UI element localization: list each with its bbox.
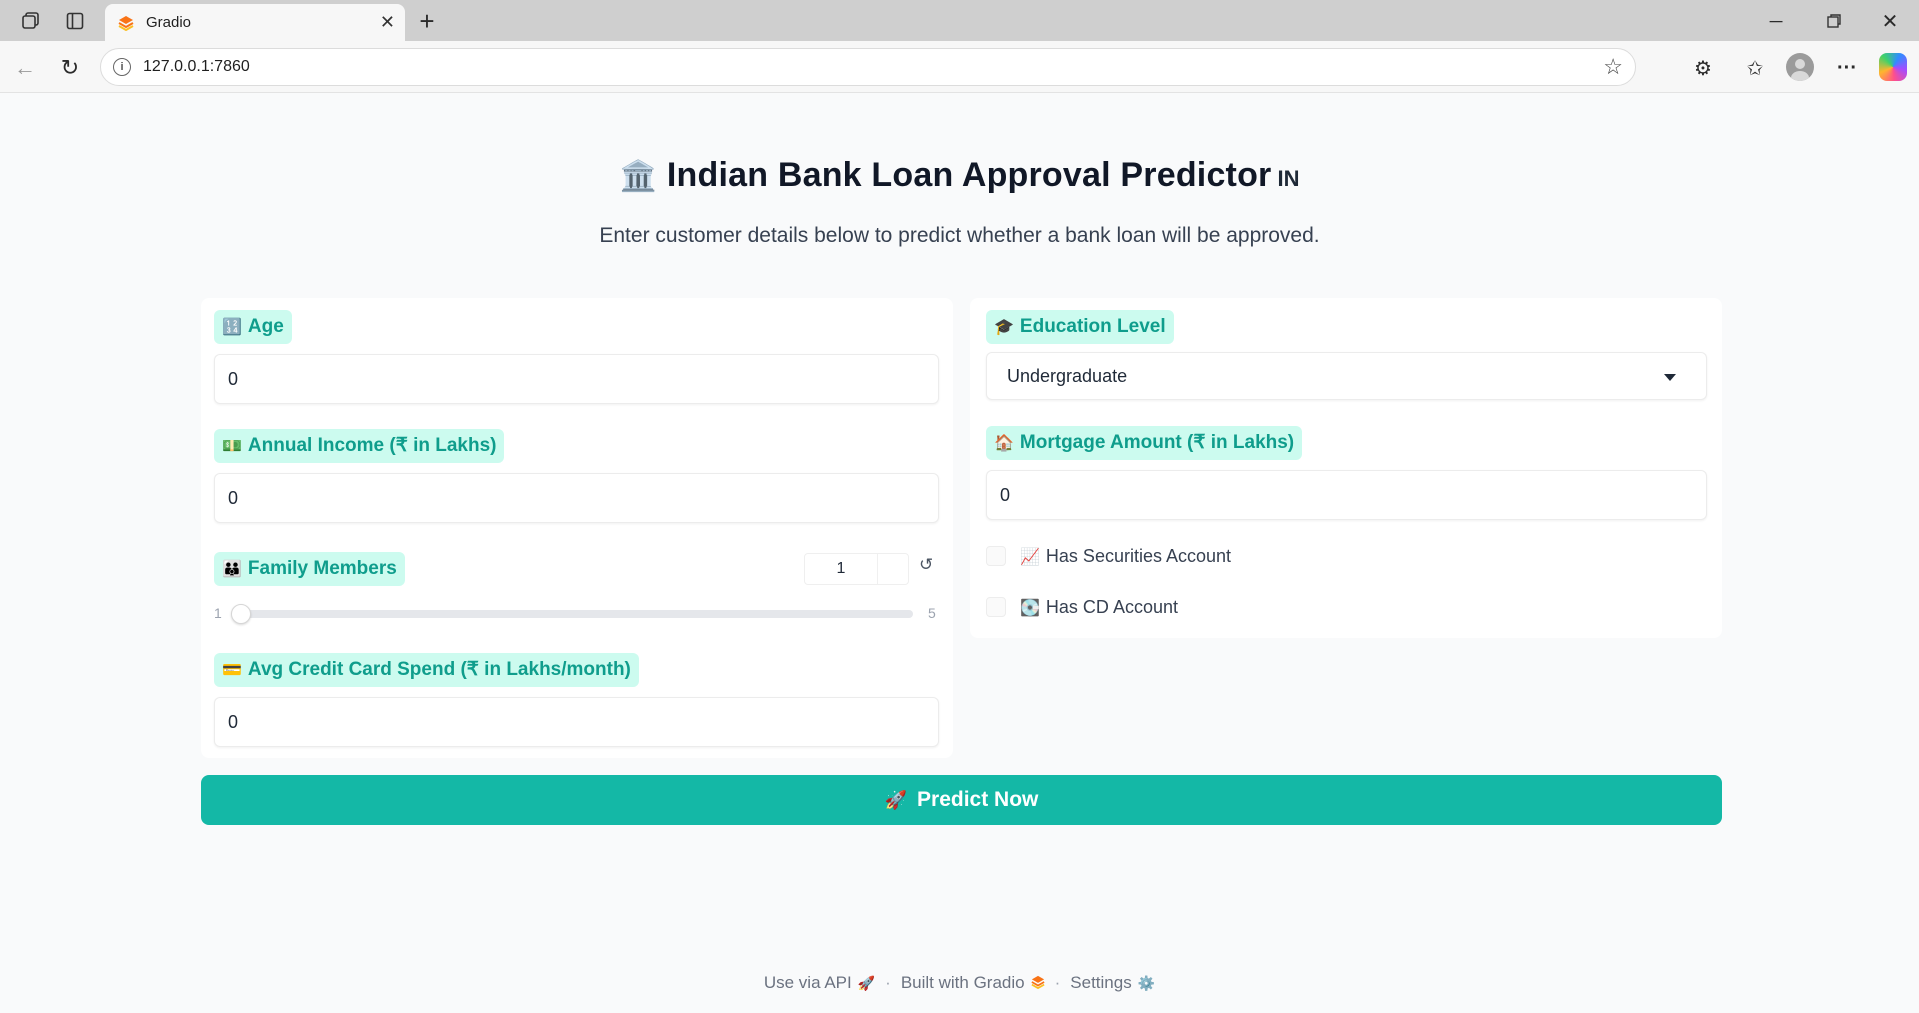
money-icon: 💵 bbox=[222, 438, 242, 455]
ccavg-label: 💳 Avg Credit Card Spend (₹ in Lakhs/month… bbox=[214, 653, 639, 687]
credit-card-icon: 💳 bbox=[222, 662, 242, 679]
gradio-logo-icon bbox=[1031, 975, 1045, 991]
family-value[interactable]: 1 bbox=[805, 554, 877, 584]
family-slider[interactable] bbox=[241, 610, 913, 618]
workspaces-icon[interactable] bbox=[18, 9, 44, 33]
restore-icon[interactable] bbox=[1818, 6, 1850, 36]
profile-icon[interactable] bbox=[1786, 53, 1814, 81]
tab-close-icon[interactable]: ✕ bbox=[380, 12, 395, 33]
numbers-icon: 🔢 bbox=[222, 319, 242, 336]
more-icon[interactable]: ··· bbox=[1832, 53, 1862, 83]
divider bbox=[877, 554, 878, 584]
rocket-icon: 🚀 bbox=[857, 975, 876, 991]
info-icon[interactable]: i bbox=[113, 58, 131, 76]
url-field[interactable]: i 127.0.0.1:7860 ☆ bbox=[100, 48, 1636, 86]
predict-button-label[interactable]: Predict Now bbox=[917, 788, 1038, 812]
disc-icon: 💽 bbox=[1020, 599, 1040, 617]
close-window-icon[interactable]: ✕ bbox=[1874, 6, 1906, 36]
tab-title: Gradio bbox=[146, 14, 192, 31]
slider-thumb[interactable] bbox=[231, 604, 251, 624]
securities-label-text[interactable]: Has Securities Account bbox=[1046, 546, 1231, 566]
footer-separator: · bbox=[885, 973, 891, 992]
income-label-text: Annual Income (₹ in Lakhs) bbox=[247, 435, 497, 456]
slider-min-label: 1 bbox=[214, 605, 222, 621]
settings-link[interactable]: Settings bbox=[1070, 973, 1131, 992]
predict-button[interactable]: 🚀 Predict Now bbox=[201, 775, 1722, 825]
copilot-icon[interactable] bbox=[1879, 53, 1907, 81]
reload-icon[interactable]: ↻ bbox=[55, 53, 85, 83]
education-selected-value[interactable]: Undergraduate bbox=[1007, 366, 1127, 387]
mortgage-input[interactable] bbox=[986, 470, 1707, 520]
gear-icon[interactable]: ⚙️ bbox=[1138, 975, 1155, 991]
securities-label[interactable]: 📈 Has Securities Account bbox=[1020, 546, 1231, 567]
built-with-gradio-link[interactable]: Built with Gradio bbox=[901, 973, 1025, 992]
income-input[interactable] bbox=[214, 473, 939, 523]
footer: Use via API 🚀 · Built with Gradio · Settings ⚙… bbox=[4, 973, 1915, 993]
url-text[interactable]: 127.0.0.1:7860 bbox=[143, 58, 250, 76]
page-title-text: Indian Bank Loan Approval Predictor bbox=[666, 156, 1272, 194]
ccavg-label-text: Avg Credit Card Spend (₹ in Lakhs/month) bbox=[247, 659, 631, 680]
use-via-api-link[interactable]: Use via API bbox=[764, 973, 852, 992]
footer-separator: · bbox=[1054, 973, 1061, 992]
gradio-app: 🏛️ Indian Bank Loan Approval Predictor IN … bbox=[4, 94, 1915, 1013]
browser-tab-bar: Gradio ✕ + ─ ✕ bbox=[0, 0, 1919, 41]
chevron-down-icon[interactable] bbox=[1664, 374, 1676, 381]
income-label: 💵 Annual Income (₹ in Lakhs) bbox=[214, 429, 505, 463]
securities-checkbox[interactable] bbox=[986, 546, 1006, 566]
minimize-icon[interactable]: ─ bbox=[1760, 6, 1792, 36]
left-form-column: 🔢 Age 💵 Annual Income (₹ in Lakhs) 👪 Family… bbox=[201, 298, 953, 758]
family-label: 👪 Family Members bbox=[214, 552, 405, 586]
back-icon[interactable]: ← bbox=[10, 53, 40, 83]
cd-label-text[interactable]: Has CD Account bbox=[1046, 597, 1178, 617]
page-title: 🏛️ Indian Bank Loan Approval Predictor IN bbox=[4, 156, 1915, 195]
address-bar: ← ↻ i 127.0.0.1:7860 ☆ ⚙ ✩ ··· bbox=[0, 41, 1919, 93]
securities-checkbox-row[interactable]: 📈 Has Securities Account bbox=[986, 542, 1231, 570]
family-icon: 👪 bbox=[222, 561, 242, 578]
new-tab-icon[interactable]: + bbox=[412, 6, 442, 36]
page-subtitle: Enter customer details below to predict … bbox=[599, 224, 1320, 247]
chart-up-icon: 📈 bbox=[1020, 548, 1040, 566]
cd-label[interactable]: 💽 Has CD Account bbox=[1020, 597, 1178, 618]
bank-icon: 🏛️ bbox=[619, 160, 657, 193]
house-icon: 🏠 bbox=[994, 435, 1014, 452]
gradio-favicon bbox=[118, 15, 134, 32]
flag-icon: IN bbox=[1277, 166, 1300, 191]
family-label-text: Family Members bbox=[247, 558, 397, 579]
age-label: 🔢 Age bbox=[214, 310, 292, 344]
graduation-cap-icon: 🎓 bbox=[994, 319, 1014, 336]
ccavg-input[interactable] bbox=[214, 697, 939, 747]
mortgage-label: 🏠 Mortgage Amount (₹ in Lakhs) bbox=[986, 426, 1303, 460]
age-label-text: Age bbox=[247, 316, 284, 337]
education-label-text: Education Level bbox=[1019, 316, 1166, 337]
reset-icon[interactable]: ↺ bbox=[919, 555, 933, 575]
slider-max-label: 5 bbox=[928, 605, 936, 621]
tab-actions-icon[interactable] bbox=[62, 9, 88, 33]
extensions-icon[interactable]: ⚙ bbox=[1688, 53, 1718, 83]
rocket-icon: 🚀 bbox=[884, 789, 908, 810]
education-label: 🎓 Education Level bbox=[986, 310, 1174, 344]
tab-gradio[interactable]: Gradio ✕ bbox=[105, 4, 405, 41]
favorites-icon[interactable]: ✩ bbox=[1740, 53, 1770, 83]
family-number-input[interactable]: 1 bbox=[804, 553, 909, 585]
education-dropdown[interactable]: Undergraduate bbox=[986, 352, 1707, 400]
mortgage-label-text: Mortgage Amount (₹ in Lakhs) bbox=[1019, 432, 1295, 453]
cd-checkbox-row[interactable]: 💽 Has CD Account bbox=[986, 593, 1178, 621]
right-form-column: 🎓 Education Level Undergraduate 🏠 Mortgage… bbox=[970, 298, 1722, 638]
star-icon[interactable]: ☆ bbox=[1603, 54, 1623, 80]
age-input[interactable] bbox=[214, 354, 939, 404]
cd-checkbox[interactable] bbox=[986, 597, 1006, 617]
